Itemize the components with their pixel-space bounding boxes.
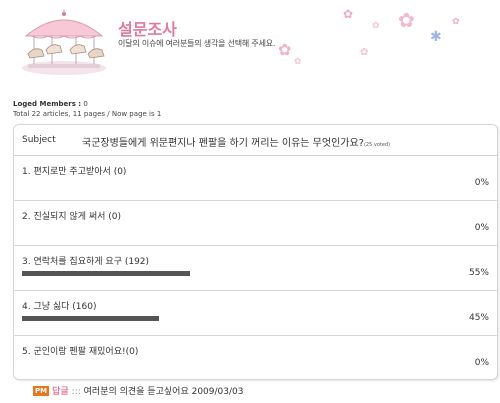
flower-icon: ✿ — [343, 7, 354, 21]
flower-icon: ✿ — [372, 21, 380, 31]
option-percent: 0% — [474, 358, 489, 368]
flower-icon: ✿ — [452, 17, 460, 27]
poll-option[interactable]: 4. 그냥 싫다 (160) 45% — [14, 291, 497, 336]
option-percent: 45% — [468, 313, 489, 323]
reply-line[interactable]: PM 답글::: 여러분의 의견을 듣고싶어요 2009/03/03 — [33, 384, 243, 397]
flower-icon: ✿ — [294, 57, 302, 67]
subject-row: Subject 국군장병들에게 위문편지나 펜팔을 하기 꺼리는 이유는 무엇인… — [14, 125, 497, 156]
voted-count: (25 voted) — [363, 142, 391, 148]
poll-box: Subject 국군장병들에게 위문편지나 펜팔을 하기 꺼리는 이유는 무엇인… — [13, 124, 498, 380]
flower-icon: ✿ — [398, 8, 415, 32]
option-label: 1. 편지로만 주고받아서 (0) — [22, 167, 127, 177]
flower-icon: ✿ — [278, 40, 292, 59]
option-label: 2. 진실되지 않게 써서 (0) — [22, 212, 122, 222]
reply-text[interactable]: 여러분의 의견을 듣고싶어요 2009/03/03 — [84, 387, 244, 397]
option-percent: 55% — [468, 268, 489, 278]
result-bar — [22, 316, 159, 321]
pm-badge: PM — [33, 386, 50, 396]
result-bar — [22, 271, 190, 276]
banner-subtitle: 이달의 이슈에 여러분들의 생각을 선택해 주세요. — [118, 39, 276, 48]
flower-icon: ✱ — [430, 29, 442, 45]
survey-banner: 설문조사 이달의 이슈에 여러분들의 생각을 선택해 주세요. ✿ ✿ ✿ ✱ … — [0, 0, 500, 90]
separator: ::: — [71, 387, 81, 397]
poll-option[interactable]: 5. 군인이랑 펜팔 재밌어요!(0) 0% — [14, 336, 497, 378]
option-label: 3. 연락처를 집요하게 요구 (192) — [22, 257, 150, 267]
poll-question: 국군장병들에게 위문편지나 펜팔을 하기 꺼리는 이유는 무엇인가요?(25 v… — [82, 138, 391, 149]
option-label: 4. 그냥 싫다 (160) — [22, 302, 97, 312]
members-count: 0 — [83, 100, 88, 108]
poll-option[interactable]: 3. 연락처를 집요하게 요구 (192) 55% — [14, 246, 497, 291]
flower-icon: ✿ — [360, 47, 369, 58]
page-info: Total 22 articles, 11 pages / Now page i… — [13, 110, 162, 118]
poll-option[interactable]: 2. 진실되지 않게 써서 (0) 0% — [14, 201, 497, 246]
option-label: 5. 군인이랑 펜팔 재밌어요!(0) — [22, 347, 139, 357]
poll-option[interactable]: 1. 편지로만 주고받아서 (0) 0% — [14, 156, 497, 201]
reply-tag: 답글 — [52, 387, 69, 397]
subject-label: Subject — [22, 135, 56, 145]
banner-title: 설문조사 — [118, 20, 177, 39]
option-percent: 0% — [474, 223, 489, 233]
option-percent: 0% — [474, 178, 489, 188]
carousel-icon — [22, 10, 106, 75]
logged-members: Loged Members : 0 — [13, 100, 88, 108]
